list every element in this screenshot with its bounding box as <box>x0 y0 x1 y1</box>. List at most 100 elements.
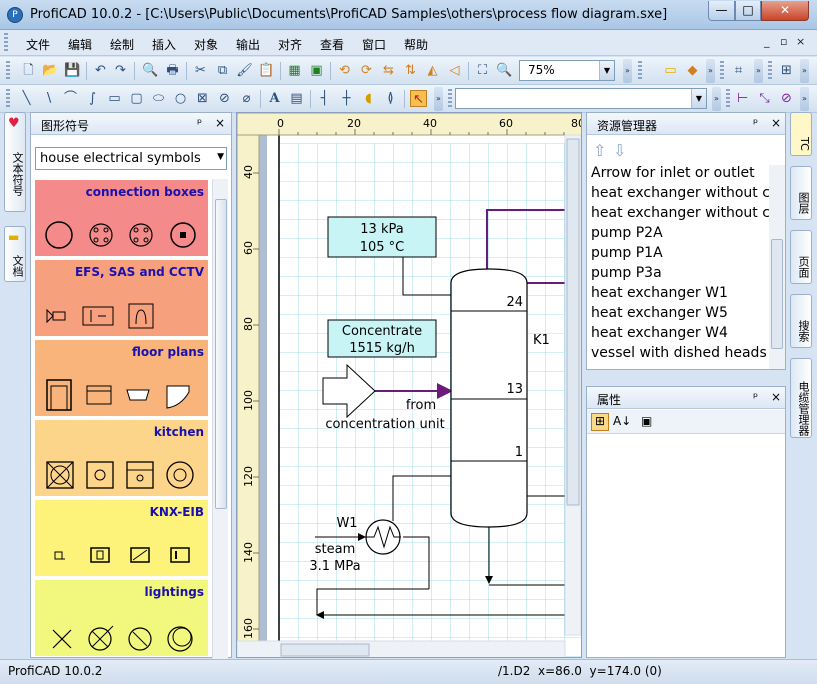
drawing-canvas[interactable]: 0 20 40 60 80 40 60 80 100 120 140 160 1… <box>236 112 582 658</box>
format-painter-icon[interactable]: 🖌 <box>236 62 253 79</box>
tab-text-symbols[interactable]: ♥ 文本符号 <box>4 112 26 212</box>
list-item[interactable]: heat exchanger without c <box>589 185 769 205</box>
flip-vertical-icon[interactable]: ⇅ <box>402 62 419 79</box>
toolbar-overflow-button[interactable]: » <box>706 59 715 83</box>
crop-icon[interactable]: ⌗ <box>730 62 747 79</box>
rotate-left-icon[interactable]: ⟲ <box>336 62 353 79</box>
print-icon[interactable]: 🖶 <box>164 62 181 79</box>
chevron-down-icon[interactable]: ▼ <box>691 89 706 108</box>
menu-object[interactable]: 对象 <box>194 36 218 53</box>
maximize-button[interactable]: □ <box>735 1 761 21</box>
circle-tool-icon[interactable]: ○ <box>172 90 189 107</box>
redo-icon[interactable]: ↷ <box>112 62 129 79</box>
toolbar-grip[interactable] <box>448 89 452 109</box>
no-entry-icon[interactable]: ⊘ <box>778 90 795 107</box>
insert-picture-icon[interactable]: ▣ <box>308 62 325 79</box>
diagram-svg[interactable]: 0 20 40 60 80 40 60 80 100 120 140 160 1… <box>237 113 582 658</box>
efs-sas-cctv-symbols[interactable] <box>43 302 208 332</box>
category-lightings[interactable]: lightings <box>35 580 208 656</box>
mdi-minimize-button[interactable]: _ <box>764 35 770 48</box>
categorized-view-icon[interactable]: ⊞ <box>591 413 609 431</box>
ellipse-tool-icon[interactable]: ⬭ <box>150 90 167 107</box>
knx-eib-symbols[interactable] <box>43 542 208 572</box>
undo-icon[interactable]: ↶ <box>92 62 109 79</box>
mdi-close-button[interactable]: × <box>796 35 805 48</box>
close-icon[interactable]: × <box>771 390 781 404</box>
list-item[interactable]: pump P1A <box>589 245 769 265</box>
align-icon[interactable]: ⊞ <box>778 62 795 79</box>
folder-icon[interactable]: ▭ <box>662 62 679 79</box>
app-icon[interactable]: P <box>7 7 23 23</box>
tab-pages[interactable]: 页面 <box>790 230 812 284</box>
mirror-icon[interactable]: ◭ <box>424 62 441 79</box>
list-item[interactable]: Arrow for inlet or outlet <box>589 165 769 185</box>
text-tool-icon[interactable]: A <box>266 90 283 107</box>
tab-tc[interactable]: TC <box>790 112 812 156</box>
category-knx-eib[interactable]: KNX-EIB <box>35 500 208 576</box>
wire-tool-icon[interactable]: ┤ <box>316 90 333 107</box>
menu-insert[interactable]: 插入 <box>152 36 176 53</box>
new-file-icon[interactable]: 🗋 <box>20 62 37 79</box>
arc-tool-icon[interactable]: ⌒ <box>62 90 79 107</box>
menu-edit[interactable]: 编辑 <box>68 36 92 53</box>
shapes-icon[interactable]: ◆ <box>684 62 701 79</box>
dimension-icon[interactable]: ⊢ <box>734 90 751 107</box>
toolbar-overflow-button[interactable]: » <box>800 59 809 83</box>
junction-tool-icon[interactable]: ┼ <box>338 90 355 107</box>
menu-help[interactable]: 帮助 <box>404 36 428 53</box>
menu-file[interactable]: 文件 <box>26 36 50 53</box>
scrollbar-thumb[interactable] <box>280 643 370 657</box>
category-efs-sas-cctv[interactable]: EFS, SAS and CCTV <box>35 260 208 336</box>
scrollbar-thumb[interactable] <box>215 199 227 509</box>
zoom-fit-icon[interactable]: ⛶ <box>474 62 491 79</box>
menu-output[interactable]: 输出 <box>236 36 260 53</box>
ellipse-slash-tool-icon[interactable]: ⊘ <box>216 90 233 107</box>
zoom-select[interactable]: 75% ▼ <box>519 60 615 81</box>
toolbar-grip[interactable] <box>720 61 724 81</box>
category-kitchen[interactable]: kitchen <box>35 420 208 496</box>
pin-icon[interactable]: ᵖ <box>753 116 758 130</box>
chevron-down-icon[interactable]: ▼ <box>217 152 224 162</box>
symbols-scrollbar[interactable] <box>212 179 228 659</box>
menu-window[interactable]: 窗口 <box>362 36 386 53</box>
paste-icon[interactable]: 📋 <box>258 62 275 79</box>
tab-cable-manager[interactable]: 电缆管理器 <box>790 358 812 438</box>
qr-code-icon[interactable]: ▦ <box>286 62 303 79</box>
list-item[interactable]: heat exchanger W4 <box>589 325 769 345</box>
chevron-down-icon[interactable]: ▼ <box>599 61 614 80</box>
close-icon[interactable]: × <box>771 116 781 130</box>
polyline-tool-icon[interactable]: ∖ <box>40 90 57 107</box>
list-item[interactable]: heat exchanger W5 <box>589 305 769 325</box>
pin-icon[interactable]: ᵖ <box>753 390 758 404</box>
list-item[interactable]: heat exchanger without c <box>589 205 769 225</box>
save-icon[interactable]: 💾 <box>64 62 81 79</box>
close-button[interactable]: ✕ <box>761 1 809 21</box>
diagonal-dimension-icon[interactable]: ⤡ <box>756 90 773 107</box>
property-pages-icon[interactable]: ▣ <box>641 414 652 428</box>
list-item[interactable]: vessel with dished heads <box>589 345 769 365</box>
open-folder-icon[interactable]: 📂 <box>42 62 59 79</box>
zoom-icon[interactable]: 🔍 <box>496 62 513 79</box>
toolbar-overflow-button[interactable]: » <box>434 87 443 111</box>
arrow-up-icon[interactable]: ⇧ <box>593 141 606 160</box>
tab-search[interactable]: 搜索 <box>790 294 812 348</box>
erase-tool-icon[interactable]: ⌀ <box>238 90 255 107</box>
toolbar-overflow-button[interactable]: » <box>623 59 632 83</box>
line-tool-icon[interactable]: ╲ <box>18 90 35 107</box>
toolbar-overflow-button[interactable]: » <box>712 87 721 111</box>
flip-horizontal-icon[interactable]: ⇆ <box>380 62 397 79</box>
rectangle-tool-icon[interactable]: ▭ <box>106 90 123 107</box>
kitchen-symbols[interactable] <box>43 458 208 492</box>
menu-view[interactable]: 查看 <box>320 36 344 53</box>
paragraph-tool-icon[interactable]: ▤ <box>288 90 305 107</box>
label-tool-icon[interactable]: ◖ <box>360 90 377 107</box>
rotate-right-icon[interactable]: ⟳ <box>358 62 375 79</box>
lighting-symbols[interactable] <box>43 620 208 656</box>
sort-alpha-icon[interactable]: A↓ <box>613 414 631 428</box>
toolbar-grip[interactable] <box>768 61 772 81</box>
list-item[interactable]: pump P3a <box>589 265 769 285</box>
list-item[interactable]: pump P2A <box>589 225 769 245</box>
toolbar-overflow-button[interactable]: » <box>754 59 763 83</box>
tab-documents[interactable]: ▬ 文档 <box>4 226 26 282</box>
scrollbar-thumb[interactable] <box>771 239 783 349</box>
